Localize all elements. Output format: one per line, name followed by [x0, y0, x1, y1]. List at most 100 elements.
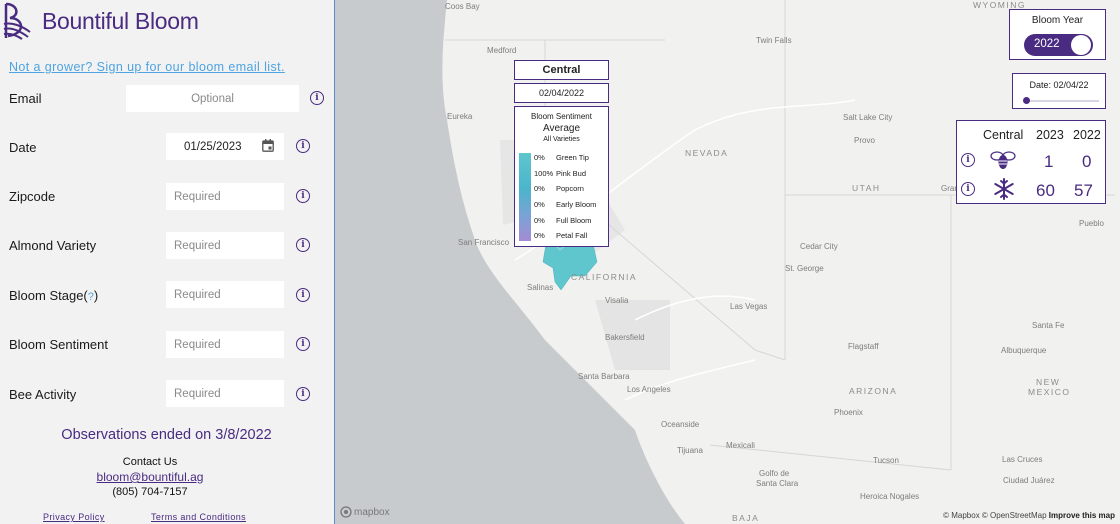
frost-info-icon[interactable]: i: [961, 182, 975, 196]
zipcode-info-icon[interactable]: i: [296, 189, 310, 203]
stats-col-2023: 2023: [1036, 128, 1064, 142]
mapbox-attribution-link[interactable]: © Mapbox: [943, 511, 980, 520]
map-label: Tijuana: [677, 446, 703, 455]
date-slider-panel: Date: 02/04/22: [1012, 73, 1106, 109]
bloom-stage-label-close: ): [93, 288, 99, 303]
map-label: ARIZONA: [849, 386, 898, 396]
calendar-icon[interactable]: [262, 139, 274, 152]
map-label: BAJA: [732, 513, 760, 523]
date-label: Date: [9, 140, 37, 155]
map-label: NEW: [1036, 377, 1061, 387]
osm-attribution-link[interactable]: © OpenStreetMap: [982, 511, 1047, 520]
snowflake-icon: [994, 178, 1014, 200]
map-label: Golfo de: [759, 469, 790, 478]
privacy-policy-link[interactable]: Privacy Policy: [43, 512, 105, 522]
zipcode-label: Zipcode: [9, 189, 56, 204]
bountiful-bloom-logo-icon: [3, 2, 31, 40]
bloom-year-label: Bloom Year: [1031, 15, 1084, 26]
improve-map-link[interactable]: Improve this map: [1049, 511, 1115, 520]
frost-count-2023: 60: [1036, 181, 1055, 200]
bee-count-2022: 0: [1082, 152, 1092, 171]
mapbox-icon: [340, 506, 352, 518]
frost-count-2022: 57: [1074, 181, 1093, 200]
bloom-stage-label: Bloom Stage(?): [9, 288, 98, 303]
bloom-stage-info-icon[interactable]: i: [296, 288, 310, 302]
stage-row: 0% Petal Fall: [534, 231, 588, 240]
mapbox-logo[interactable]: mapbox: [340, 506, 390, 518]
date-info-icon[interactable]: i: [296, 139, 310, 153]
bloom-sentiment-label: Bloom Sentiment: [9, 337, 108, 352]
bee-icon: [990, 151, 1016, 169]
sentiment-title: Bloom Sentiment: [531, 112, 592, 121]
map-label: UTAH: [852, 183, 881, 193]
almond-variety-info-icon[interactable]: i: [296, 238, 310, 252]
bloom-year-value: 2022: [1034, 38, 1060, 50]
sentiment-average: Average: [542, 123, 581, 134]
bloom-stage-input[interactable]: [166, 281, 284, 308]
stage-row: 0% Popcorn: [534, 184, 584, 193]
email-input[interactable]: [126, 85, 299, 112]
stage-row: 0% Full Bloom: [534, 216, 592, 225]
map-label: Heroica Nogales: [860, 492, 920, 501]
map-label: Tucson: [873, 456, 899, 465]
almond-variety-label: Almond Variety: [9, 238, 97, 253]
bloom-year-toggle[interactable]: 2022: [1024, 34, 1093, 56]
toggle-knob: [1071, 35, 1091, 55]
map-label: Los Angeles: [627, 385, 671, 394]
terms-link[interactable]: Terms and Conditions: [151, 512, 246, 522]
map-view[interactable]: Coos Bay Medford Eureka Twin Falls WYOMI…: [335, 0, 1120, 524]
sentiment-color-bar: [519, 153, 531, 241]
region-stats-panel: Central 2023 2022 i 1 0 i 60 57: [956, 120, 1106, 204]
map-label: San Francisco: [458, 238, 510, 247]
tooltip-date: 02/04/2022: [514, 83, 609, 103]
date-slider-label: Date: 02/04/22: [1029, 80, 1089, 90]
almond-variety-input[interactable]: [166, 232, 284, 259]
sentiment-scope: All Varieties: [543, 136, 580, 143]
map-label: Oceanside: [661, 420, 700, 429]
map-label: Flagstaff: [848, 342, 879, 351]
bloom-sentiment-input[interactable]: [166, 331, 284, 358]
map-label: Mexicali: [726, 441, 755, 450]
map-label: CALIFORNIA: [571, 272, 638, 282]
bee-activity-label: Bee Activity: [9, 387, 77, 402]
map-label: Coos Bay: [445, 2, 480, 11]
contact-email-link[interactable]: bloom@bountiful.ag: [0, 470, 300, 484]
stage-row: 0% Green Tip: [534, 153, 589, 162]
email-info-icon[interactable]: i: [310, 91, 324, 105]
stage-row: 0% Early Bloom: [534, 200, 597, 209]
map-label: Pueblo: [1079, 219, 1104, 228]
contact-phone: (805) 704-7157: [112, 486, 188, 498]
map-label: Santa Clara: [756, 479, 799, 488]
map-attribution: © Mapbox © OpenStreetMap Improve this ma…: [943, 511, 1115, 520]
date-slider-handle[interactable]: [1023, 97, 1031, 104]
map-label: Salt Lake City: [843, 113, 893, 122]
sidebar: Bountiful Bloom Not a grower? Sign up fo…: [0, 0, 335, 524]
bee-activity-info-icon[interactable]: i: [296, 387, 310, 401]
map-label: Medford: [487, 46, 517, 55]
tooltip-sentiment-legend: Bloom Sentiment Average All Varieties 0%…: [514, 106, 609, 247]
map-label: Las Vegas: [730, 302, 768, 311]
zipcode-input[interactable]: [166, 183, 284, 210]
bee-count-2023: 1: [1044, 152, 1054, 171]
bloom-stage-label-text: Bloom Stage(: [9, 288, 88, 303]
map-label: Provo: [854, 136, 875, 145]
bloom-year-panel: Bloom Year 2022: [1009, 9, 1106, 60]
map-label: Bakersfield: [605, 333, 645, 342]
map-label: Eureka: [447, 112, 473, 121]
map-label: Visalia: [605, 296, 629, 305]
bee-info-icon[interactable]: i: [961, 153, 975, 167]
contact-title: Contact Us: [122, 456, 178, 468]
stats-region: Central: [983, 128, 1024, 142]
bee-activity-input[interactable]: [166, 380, 284, 407]
observations-ended-text: Observations ended on 3/8/2022: [61, 427, 272, 443]
email-label: Email: [9, 91, 42, 106]
signup-email-link[interactable]: Not a grower? Sign up for our bloom emai…: [9, 60, 285, 74]
map-label: Santa Fe: [1032, 321, 1065, 330]
map-label: Cedar City: [800, 242, 838, 251]
map-label: Phoenix: [834, 408, 863, 417]
date-slider-track[interactable]: [1025, 100, 1099, 102]
bloom-sentiment-info-icon[interactable]: i: [296, 337, 310, 351]
map-label: Albuquerque: [1001, 346, 1047, 355]
map-label: Salinas: [527, 283, 554, 292]
stage-row: 100% Pink Bud: [534, 169, 587, 178]
